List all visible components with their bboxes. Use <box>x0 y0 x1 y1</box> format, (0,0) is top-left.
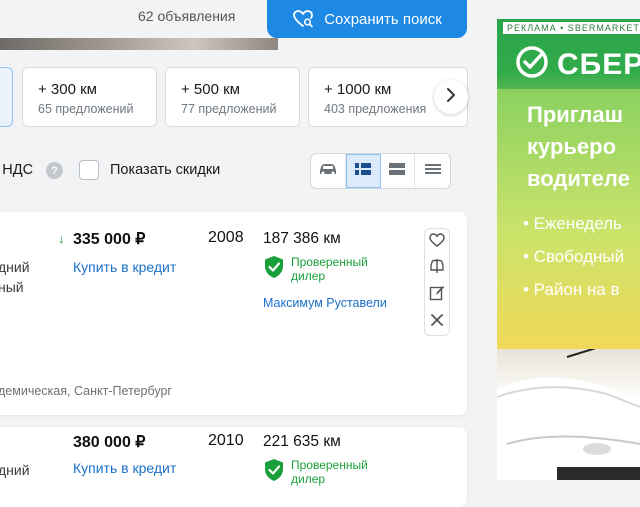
ad-headline-line: курьеро <box>527 134 617 159</box>
radius-chip-500[interactable]: + 500 км 77 предложений <box>165 67 300 127</box>
note-button[interactable] <box>425 282 449 308</box>
verified-dealer-badge: Проверенный дилер <box>263 458 368 487</box>
ad-bullet: • Еженедель <box>523 214 622 233</box>
shield-check-icon <box>263 458 285 487</box>
view-mode-car[interactable] <box>311 154 346 188</box>
wide-view-icon <box>389 162 406 180</box>
edit-note-icon <box>429 285 445 306</box>
view-mode-compact[interactable] <box>415 154 450 188</box>
listing-mileage: 221 635 км <box>263 433 341 450</box>
dealer-name-link[interactable]: Максимум Руставели <box>263 296 387 310</box>
nds-filter-label[interactable]: с НДС <box>0 162 33 178</box>
chips-next-button[interactable] <box>434 80 468 114</box>
ad-car-image <box>497 343 640 480</box>
buy-on-credit-link[interactable]: Купить в кредит <box>73 259 176 275</box>
compare-button[interactable] <box>425 256 449 282</box>
chip-title: + 300 км <box>38 81 97 98</box>
help-icon[interactable]: ? <box>46 162 63 179</box>
verified-dealer-badge: Проверенный дилер <box>263 255 368 284</box>
dealer-badge-line: Проверенный <box>291 458 368 472</box>
heart-icon <box>429 232 445 252</box>
listing-price: 380 000 ₽ <box>73 434 146 451</box>
listing-year: 2008 <box>208 229 244 246</box>
favorite-button[interactable] <box>425 229 449 255</box>
gallery-image-strip <box>0 38 278 50</box>
shield-check-icon <box>263 255 285 284</box>
ad-headline-line: водителе <box>527 166 630 191</box>
chip-subtitle: 77 предложений <box>181 102 277 116</box>
listing-location: демическая, Санкт-Петербург <box>0 384 172 398</box>
ad-headline: Приглаш курьеро водителе <box>527 99 630 195</box>
show-discounts-checkbox[interactable] <box>79 160 99 180</box>
compare-icon <box>429 258 445 279</box>
hide-listing-button[interactable] <box>425 309 449 335</box>
listing-spec-line: ный <box>0 279 24 295</box>
car-view-icon <box>318 162 338 181</box>
save-search-button[interactable]: Сохранить поиск <box>267 0 467 38</box>
heart-search-icon <box>292 9 314 29</box>
view-mode-wide[interactable] <box>381 154 416 188</box>
ad-bullets: • Еженедель • Свободный • Район на в <box>523 207 624 306</box>
radius-chip-current[interactable] <box>0 67 13 127</box>
chip-subtitle: 65 предложений <box>38 102 134 116</box>
price-down-arrow-icon: ↓ <box>58 231 65 246</box>
compact-view-icon <box>424 162 441 180</box>
dealer-badge-line: Проверенный <box>291 255 368 269</box>
ad-brand-text: СБЕР <box>557 47 640 81</box>
listing-actions <box>424 228 450 336</box>
ad-bullet: • Свободный <box>523 247 625 266</box>
buy-on-credit-link[interactable]: Купить в кредит <box>73 460 176 476</box>
chip-title: + 500 км <box>181 81 240 98</box>
ad-headline-line: Приглаш <box>527 102 623 127</box>
results-count: 62 объявления <box>138 8 236 24</box>
ad-label: РЕКЛАМА • SBERMARKET.RU <box>503 22 640 34</box>
close-icon <box>431 313 443 331</box>
list-view-icon <box>355 162 372 180</box>
save-search-label: Сохранить поиск <box>324 10 442 28</box>
ad-logo: СБЕР <box>515 45 640 84</box>
sber-logo-icon <box>515 45 549 84</box>
dealer-badge-line: дилер <box>291 472 326 486</box>
listing-price: 335 000 ₽ <box>73 231 146 248</box>
radius-chip-300[interactable]: + 300 км 65 предложений <box>22 67 157 127</box>
listing-spec-line: дний <box>0 462 30 478</box>
view-mode-list[interactable] <box>345 154 381 188</box>
view-mode-switch <box>310 153 451 189</box>
listing-mileage: 187 386 км <box>263 230 341 247</box>
advertisement-banner[interactable]: РЕКЛАМА • SBERMARKET.RU СБЕР Приглаш кур… <box>497 19 640 480</box>
show-discounts-label[interactable]: Показать скидки <box>110 162 220 178</box>
listing-spec-line: дний <box>0 259 30 275</box>
listing-year: 2010 <box>208 432 244 449</box>
chevron-right-icon <box>446 87 456 108</box>
dealer-badge-line: дилер <box>291 269 326 283</box>
ad-bullet: • Район на в <box>523 280 620 299</box>
